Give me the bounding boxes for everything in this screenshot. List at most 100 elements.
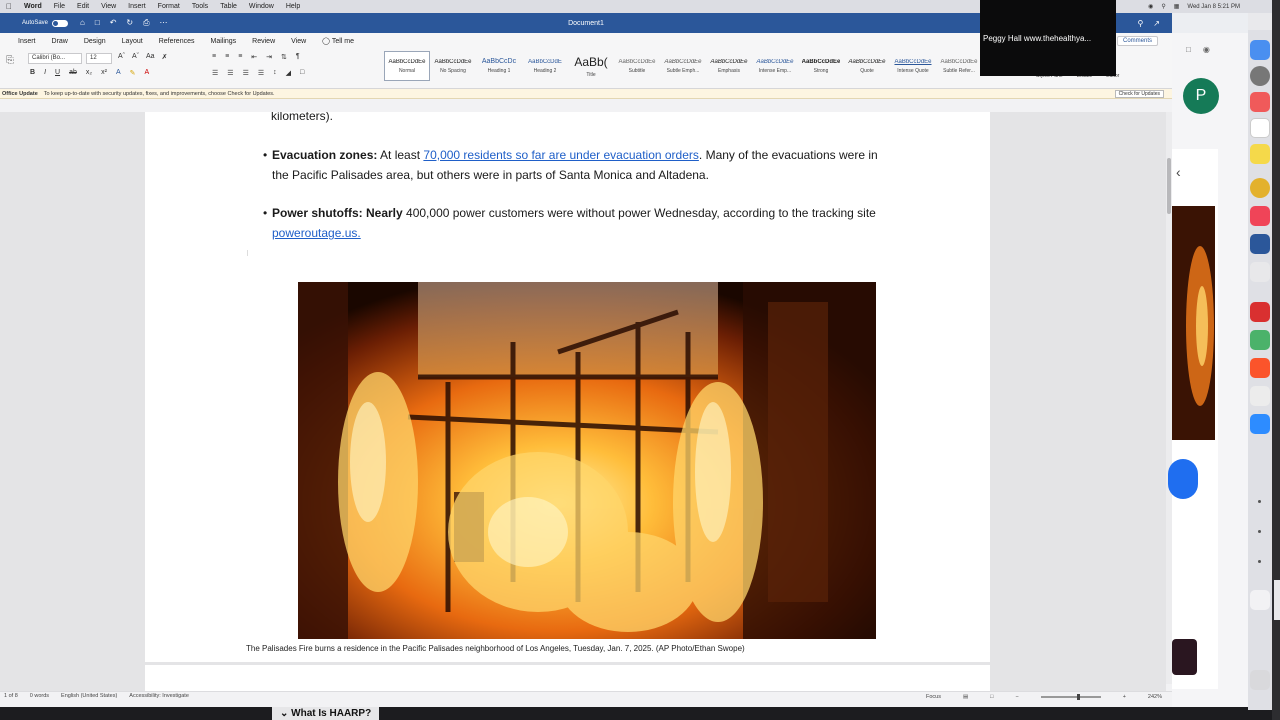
word-count[interactable]: 0 words xyxy=(30,693,49,699)
justify-icon[interactable]: ☰ xyxy=(258,69,264,77)
style-subtle-reference[interactable]: AaBbCcDdEe Subtle Refer... xyxy=(936,51,982,81)
comments-button[interactable]: Comments xyxy=(1116,36,1158,46)
menu-window[interactable]: Window xyxy=(243,3,280,10)
collapse-icon[interactable]: ⌄ xyxy=(280,708,288,719)
shading-icon[interactable]: ◢ xyxy=(286,69,291,77)
tab-design[interactable]: Design xyxy=(76,38,114,45)
page-count[interactable]: 1 of 8 xyxy=(4,693,18,699)
apple-menu-icon[interactable]:  xyxy=(0,2,18,11)
music-icon[interactable] xyxy=(1250,206,1270,226)
chevron-left-icon[interactable]: ‹ xyxy=(1176,164,1181,180)
trash-icon[interactable] xyxy=(1250,670,1270,690)
style-heading-1[interactable]: AaBbCcDc Heading 1 xyxy=(476,51,522,81)
brave-icon[interactable] xyxy=(1250,358,1270,378)
style-normal[interactable]: AaBbCcDdEe Normal xyxy=(384,51,430,81)
focus-button[interactable]: Focus xyxy=(926,694,941,700)
tab-insert[interactable]: Insert xyxy=(10,38,44,45)
increase-indent-icon[interactable]: ⇥ xyxy=(266,53,272,61)
tab-view[interactable]: View xyxy=(283,38,314,45)
search-icon[interactable]: ⚲ xyxy=(1137,19,1143,28)
zoom-out-icon[interactable]: − xyxy=(1015,694,1018,700)
font-color-icon[interactable]: A xyxy=(144,69,149,77)
menu-word[interactable]: Word xyxy=(18,3,48,10)
font-size-select[interactable]: 12 xyxy=(86,53,112,64)
check-for-updates-button[interactable]: Check for Updates xyxy=(1114,90,1164,98)
tell-me[interactable]: ◯ Tell me xyxy=(314,37,362,45)
shrink-font-icon[interactable]: Aˇ xyxy=(132,53,139,61)
zoom-icon[interactable] xyxy=(1250,414,1270,434)
avatar[interactable]: P xyxy=(1183,78,1219,114)
decrease-indent-icon[interactable]: ⇤ xyxy=(251,53,257,61)
menu-view[interactable]: View xyxy=(95,3,122,10)
menu-insert[interactable]: Insert xyxy=(122,3,152,10)
help-icon[interactable] xyxy=(1250,262,1270,282)
poweroutage-link[interactable]: poweroutage.us. xyxy=(272,226,361,240)
evacuation-orders-link[interactable]: 70,000 residents so far are under evacua… xyxy=(423,148,699,162)
sort-icon[interactable]: ⇅ xyxy=(281,53,287,61)
strikethrough-icon[interactable]: ab xyxy=(69,69,77,77)
calendar-icon[interactable] xyxy=(1250,118,1270,138)
align-right-icon[interactable]: ☰ xyxy=(243,69,249,77)
scrollbar-thumb[interactable] xyxy=(1167,158,1171,214)
menubar-clock[interactable]: Wed Jan 8 5:21 PM xyxy=(1187,4,1240,10)
tab-draw[interactable]: Draw xyxy=(44,38,76,45)
app-color-icon[interactable] xyxy=(1250,330,1270,350)
style-title[interactable]: AaBb(Title xyxy=(568,51,614,81)
finder-icon[interactable] xyxy=(1250,40,1270,60)
document-icon[interactable] xyxy=(1250,590,1270,610)
pilcrow-icon[interactable]: ¶ xyxy=(296,53,300,61)
web-layout-icon[interactable]: □ xyxy=(990,694,993,700)
style-intense-emphasis[interactable]: AaBbCcDdEe Intense Emp... xyxy=(752,51,798,81)
menu-help[interactable]: Help xyxy=(280,3,306,10)
wifi-icon[interactable]: ◉ xyxy=(1148,3,1153,10)
settings-icon[interactable] xyxy=(1250,66,1270,86)
underline-icon[interactable]: U xyxy=(55,69,60,77)
subscript-icon[interactable]: x₂ xyxy=(86,69,92,77)
chrome-icon[interactable] xyxy=(1250,178,1270,198)
fire-thumbnail[interactable] xyxy=(1172,206,1215,440)
style-no-spacing[interactable]: AaBbCcDdEe No Spacing xyxy=(430,51,476,81)
grow-font-icon[interactable]: Aˆ xyxy=(118,53,125,61)
multilevel-icon[interactable]: ≡ xyxy=(238,53,242,61)
tab-mailings[interactable]: Mailings xyxy=(202,38,244,45)
zoom-level[interactable]: 242% xyxy=(1148,694,1162,700)
highlight-icon[interactable]: ✎ xyxy=(130,69,136,77)
menu-file[interactable]: File xyxy=(48,3,71,10)
align-left-icon[interactable]: ☰ xyxy=(212,69,218,77)
menu-table[interactable]: Table xyxy=(214,3,243,10)
clear-format-icon[interactable]: ✗ xyxy=(162,53,168,61)
style-intense-quote[interactable]: AaBbCcDdEe Intense Quote xyxy=(890,51,936,81)
tab-references[interactable]: References xyxy=(151,38,203,45)
menu-format[interactable]: Format xyxy=(152,3,186,10)
align-center-icon[interactable]: ☰ xyxy=(227,69,233,77)
paste-icon[interactable]: ⎘ xyxy=(6,55,14,66)
italic-icon[interactable]: I xyxy=(44,69,46,77)
dark-thumbnail[interactable] xyxy=(1172,639,1197,675)
menu-tools[interactable]: Tools xyxy=(186,3,214,10)
zoom-slider[interactable] xyxy=(1040,693,1101,700)
launchpad-icon[interactable] xyxy=(1250,92,1270,112)
app-grid-icon[interactable] xyxy=(1250,386,1270,406)
tab-layout[interactable]: Layout xyxy=(114,38,151,45)
app-red-icon[interactable] xyxy=(1250,302,1270,322)
fire-photo[interactable] xyxy=(298,282,876,639)
control-center-icon[interactable]: ▦ xyxy=(1174,3,1180,10)
menu-edit[interactable]: Edit xyxy=(71,3,95,10)
style-subtitle[interactable]: AaBbCcDdEe Subtitle xyxy=(614,51,660,81)
zoom-in-icon[interactable]: + xyxy=(1123,694,1126,700)
line-spacing-icon[interactable]: ↕ xyxy=(273,69,277,77)
borders-icon[interactable]: □ xyxy=(300,69,304,77)
font-name-select[interactable]: Calibri (Bo... xyxy=(28,53,82,64)
print-layout-icon[interactable]: ▤ xyxy=(963,694,968,700)
text-effects-icon[interactable]: A xyxy=(116,69,121,77)
style-heading-2[interactable]: AaBbCcDdE Heading 2 xyxy=(522,51,568,81)
bullets-icon[interactable]: ≡ xyxy=(212,53,216,61)
share-icon[interactable]: ↗ xyxy=(1153,19,1160,28)
bold-icon[interactable]: B xyxy=(30,69,35,77)
extension-icon[interactable]: ◉ xyxy=(1203,45,1210,54)
change-case-icon[interactable]: Aa xyxy=(146,53,155,61)
style-subtle-emphasis[interactable]: AaBbCcDdEe Subtle Emph... xyxy=(660,51,706,81)
tab-icon[interactable]: □ xyxy=(1186,45,1191,54)
style-quote[interactable]: AaBbCcDdEe Quote xyxy=(844,51,890,81)
accessibility-status[interactable]: Accessibility: Investigate xyxy=(129,693,189,699)
